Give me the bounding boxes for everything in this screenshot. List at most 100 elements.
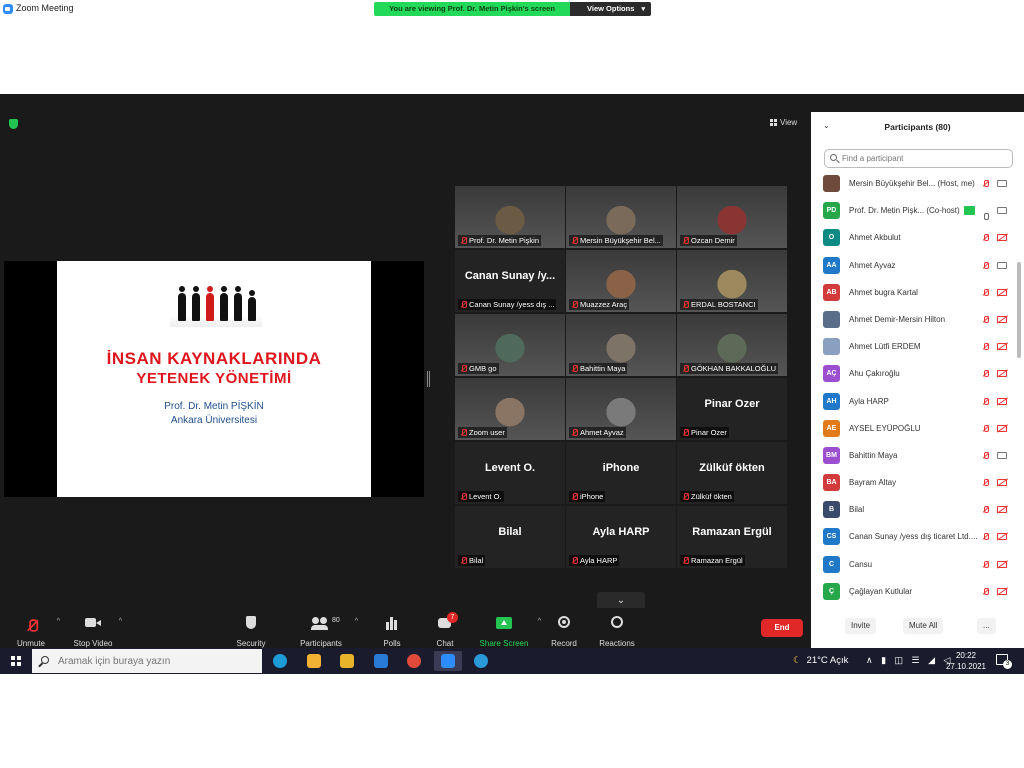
store-icon[interactable] (300, 651, 328, 671)
participant-row[interactable]: AE AYSEL EYÜPOĞLU (811, 415, 1017, 442)
taskbar-clock[interactable]: 20:22 27.10.2021 (945, 650, 987, 672)
participant-list-scrollbar[interactable] (1017, 262, 1021, 358)
stop-video-button[interactable]: Stop Video ^ (66, 616, 122, 651)
mic-muted-icon[interactable] (982, 180, 989, 187)
participant-row[interactable]: CS Canan Sunay /yess dış ticaret Ltd.... (811, 523, 1017, 550)
mic-muted-icon[interactable] (982, 261, 989, 269)
taskbar-search-input[interactable] (32, 649, 262, 673)
video-tile[interactable]: Bahittin Maya (566, 314, 676, 376)
participants-button[interactable]: 80 Participants ^ (294, 616, 358, 651)
mute-all-button[interactable]: Mute All (903, 618, 944, 634)
mic-muted-icon[interactable] (982, 343, 989, 351)
participant-row[interactable]: Ahmet Lütfi ERDEM (811, 333, 1017, 360)
more-options-button[interactable]: ... (977, 618, 996, 634)
video-tile[interactable]: Canan Sunay /y... Canan Sunay /yess dış .… (455, 250, 565, 312)
chrome-icon[interactable] (400, 651, 428, 671)
video-tile[interactable]: Muazzez Araç (566, 250, 676, 312)
video-tile[interactable]: ERDAL BOSTANCI (677, 250, 787, 312)
participant-row[interactable]: O Ahmet Akbulut (811, 224, 1017, 251)
participant-row[interactable]: B Bilal (811, 496, 1017, 523)
video-camera-icon[interactable] (997, 451, 1007, 459)
file-explorer-icon[interactable] (333, 651, 361, 671)
participant-row[interactable]: BA Bayram Altay (811, 469, 1017, 496)
system-tray-icons[interactable]: ∧ ▮ ◫ ☰ ◢ ◁ (866, 655, 953, 666)
participant-row[interactable]: AÇ Ahu Çakıroğlu (811, 360, 1017, 387)
mic-muted-icon[interactable] (982, 370, 989, 378)
participant-row[interactable]: Mersin Büyükşehir Bel... (Host, me) (811, 170, 1017, 197)
participant-row[interactable]: Ç Çağlayan Kutlular (811, 578, 1017, 602)
participant-row[interactable]: PD Prof. Dr. Metin Pişk... (Co-host) (811, 197, 1017, 224)
video-off-icon[interactable] (997, 560, 1007, 568)
video-camera-icon[interactable] (997, 207, 1007, 215)
mic-muted-icon[interactable] (982, 560, 989, 568)
mic-muted-icon[interactable] (982, 424, 989, 432)
video-off-icon[interactable] (997, 234, 1007, 242)
participant-row[interactable]: AA Ahmet Ayvaz (811, 252, 1017, 279)
mic-muted-icon[interactable] (982, 587, 989, 595)
video-tile[interactable]: Ozcan Demir (677, 186, 787, 248)
video-tile[interactable]: GMB go (455, 314, 565, 376)
shared-screen[interactable]: İNSAN KAYNAKLARINDA YETENEK YÖNETİMİ Pro… (4, 261, 424, 497)
internet-explorer-icon[interactable] (467, 651, 495, 671)
record-button[interactable]: Record (537, 616, 591, 651)
mic-muted-icon[interactable] (982, 506, 989, 514)
video-off-icon[interactable] (997, 479, 1007, 487)
mic-muted-icon[interactable] (982, 397, 989, 405)
unmute-button[interactable]: Unmute ^ (4, 616, 60, 651)
security-button[interactable]: Security (224, 616, 278, 651)
video-tile[interactable]: Ramazan Ergül Ramazan Ergül (677, 506, 787, 568)
video-tile[interactable]: Pinar Ozer Pinar Ozer (677, 378, 787, 440)
video-tile[interactable]: iPhone iPhone (566, 442, 676, 504)
polls-button[interactable]: Polls (365, 616, 419, 651)
video-off-icon[interactable] (997, 506, 1007, 514)
video-tile[interactable]: Ahmet Ayvaz (566, 378, 676, 440)
video-tile[interactable]: Mersin Büyükşehir Bel... (566, 186, 676, 248)
video-off-icon[interactable] (997, 397, 1007, 405)
weather-widget[interactable]: ☾ 21°C Açık (793, 655, 848, 666)
video-off-icon[interactable] (997, 424, 1007, 432)
video-tile[interactable]: Zülküf ökten Zülküf ökten (677, 442, 787, 504)
view-splitter-handle[interactable] (427, 371, 430, 387)
mic-muted-icon[interactable] (982, 234, 989, 242)
video-tile[interactable]: Ayla HARP Ayla HARP (566, 506, 676, 568)
video-tile[interactable]: Levent O. Levent O. (455, 442, 565, 504)
video-off-icon[interactable] (997, 587, 1007, 595)
video-tile[interactable]: Prof. Dr. Metin Pişkin (455, 186, 565, 248)
mic-muted-icon[interactable] (982, 479, 989, 487)
participant-row[interactable]: C Cansu (811, 551, 1017, 578)
reactions-button[interactable]: Reactions (590, 616, 644, 651)
view-options-button[interactable]: View Options ▾ (570, 2, 651, 16)
video-tile[interactable]: Zoom user (455, 378, 565, 440)
video-off-icon[interactable] (997, 288, 1007, 296)
video-off-icon[interactable] (997, 533, 1007, 541)
encryption-shield-icon[interactable] (9, 119, 18, 129)
mic-icon[interactable] (982, 213, 989, 221)
participant-row[interactable]: AB Ahmet bugra Kartal (811, 279, 1017, 306)
video-options-caret[interactable]: ^ (119, 618, 122, 625)
audio-options-caret[interactable]: ^ (57, 618, 60, 625)
mic-muted-icon[interactable] (982, 288, 989, 296)
find-participant-input[interactable] (824, 149, 1013, 168)
mic-muted-icon[interactable] (982, 315, 989, 323)
participant-row[interactable]: Ahmet Demir-Mersin Hilton (811, 306, 1017, 333)
mic-muted-icon[interactable] (982, 533, 989, 541)
participant-row[interactable]: BM Bahittin Maya (811, 442, 1017, 469)
video-off-icon[interactable] (997, 315, 1007, 323)
view-button[interactable]: View (770, 118, 797, 127)
windows-start-icon[interactable] (11, 656, 21, 666)
mail-icon[interactable] (367, 651, 395, 671)
video-camera-icon[interactable] (997, 180, 1007, 187)
video-off-icon[interactable] (997, 370, 1007, 378)
chat-button[interactable]: 7 Chat (418, 612, 472, 651)
mic-muted-icon[interactable] (982, 451, 989, 459)
edge-icon[interactable] (266, 651, 294, 671)
participants-options-caret[interactable]: ^ (355, 618, 358, 625)
video-camera-icon[interactable] (997, 261, 1007, 269)
video-tile[interactable]: GÖKHAN BAKKALOĞLU (677, 314, 787, 376)
participant-row[interactable]: AH Ayla HARP (811, 388, 1017, 415)
end-meeting-button[interactable]: End (761, 619, 803, 637)
share-screen-button[interactable]: Share Screen ^ (477, 616, 541, 651)
video-off-icon[interactable] (997, 343, 1007, 351)
invite-button[interactable]: Invite (845, 618, 877, 634)
zoom-icon[interactable] (433, 651, 462, 671)
